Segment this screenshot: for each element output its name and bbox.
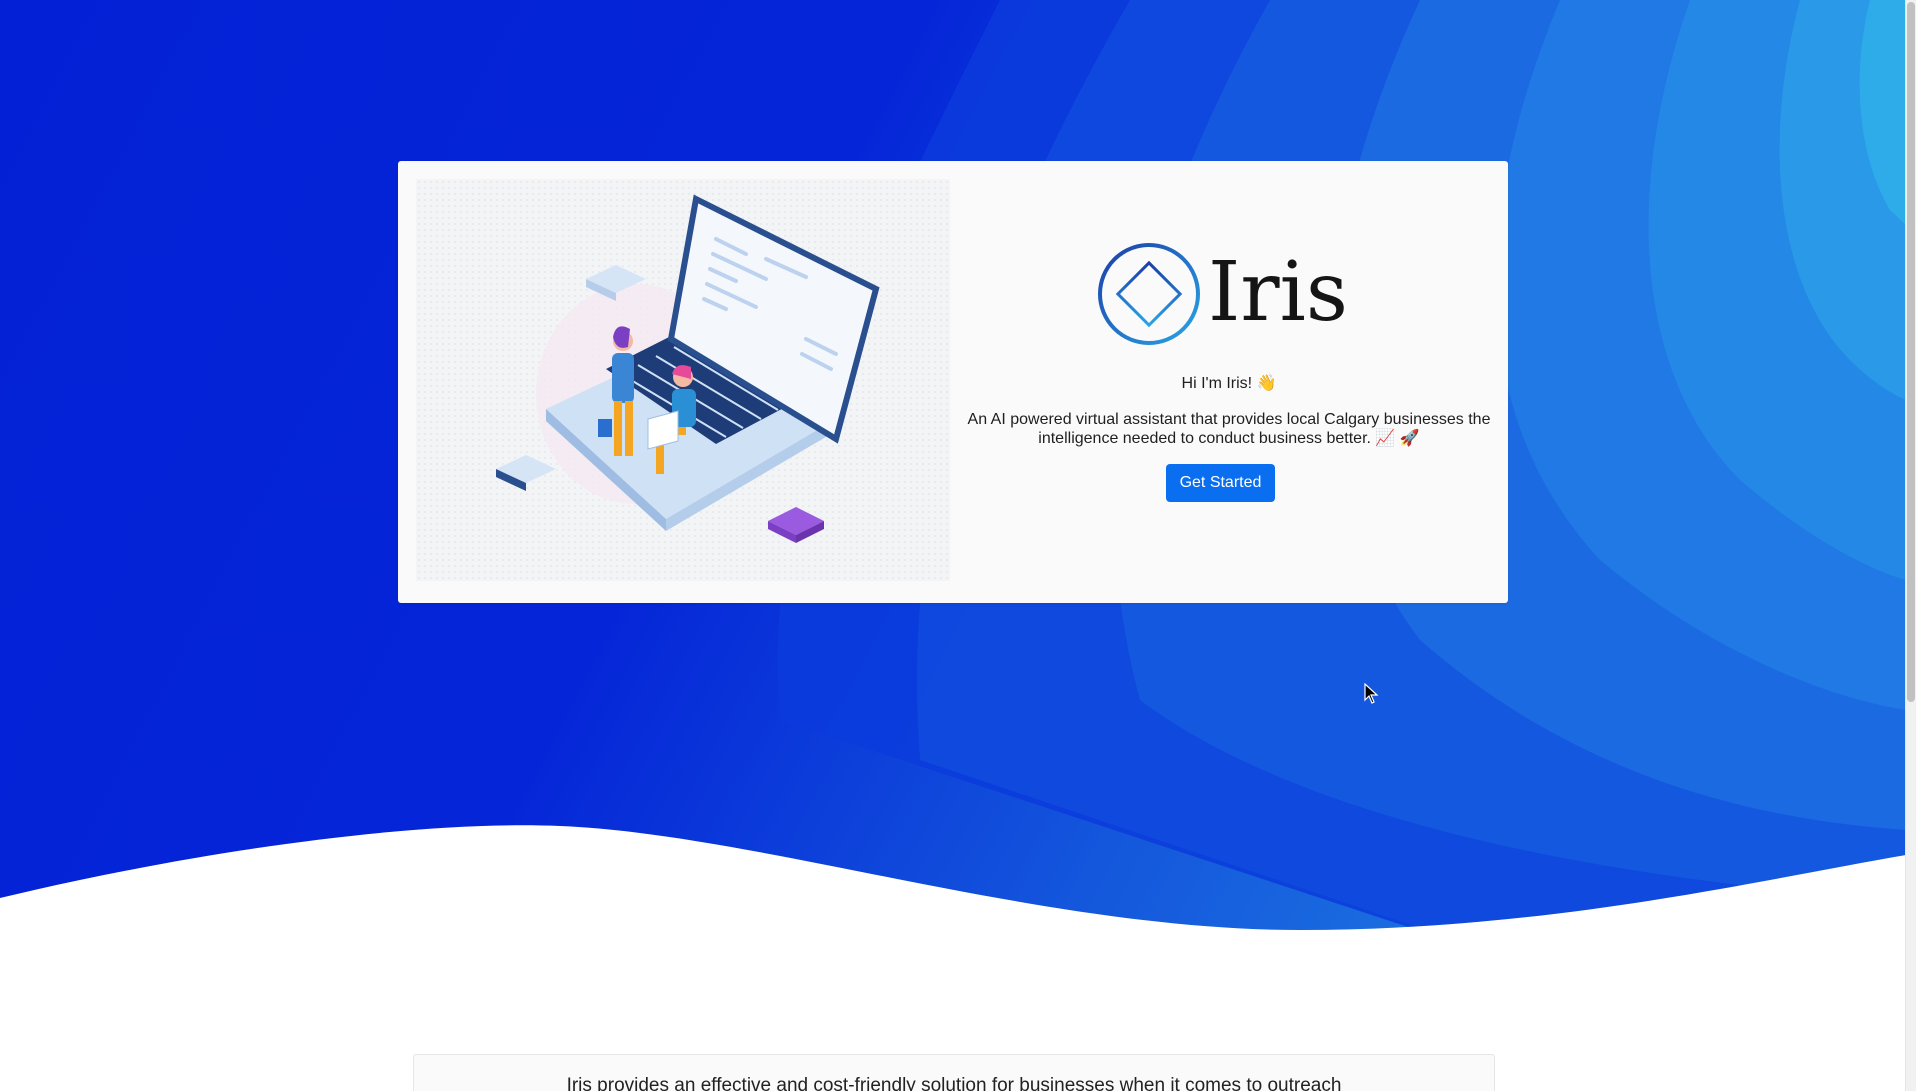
info-card: Iris provides an effective and cost-frie… (413, 1054, 1495, 1091)
brand-name: Iris (1208, 245, 1348, 340)
info-text: Iris provides an effective and cost-frie… (566, 1075, 1342, 1091)
page-scrollbar[interactable] (1905, 0, 1916, 1091)
scrollbar-thumb[interactable] (1907, 2, 1915, 702)
brand: Iris (1096, 241, 1356, 351)
description-text: An AI powered virtual assistant that pro… (967, 411, 1491, 447)
page: Iris Hi I'm Iris! 👋 An AI powered virtua… (0, 0, 1916, 1091)
illustration-graphic (496, 194, 880, 543)
diamond-in-circle-icon (1098, 243, 1200, 345)
greeting-text: Hi I'm Iris! 👋 (1181, 375, 1277, 392)
mouse-pointer-icon (1364, 683, 1379, 704)
hero-card: Iris Hi I'm Iris! 👋 An AI powered virtua… (398, 161, 1508, 603)
people-with-laptop-illustration (416, 179, 950, 581)
get-started-button[interactable]: Get Started (1166, 464, 1275, 502)
